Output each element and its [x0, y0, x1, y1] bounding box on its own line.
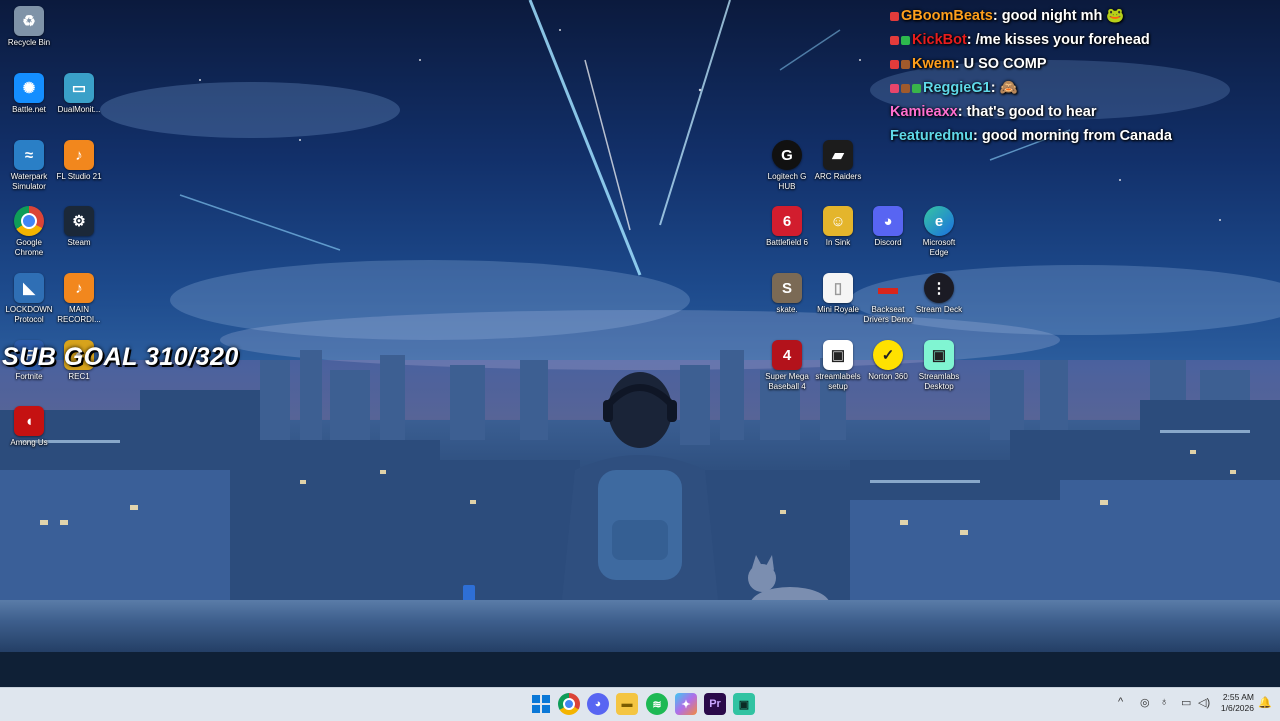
copilot-taskbar-button[interactable]: ✦	[675, 693, 697, 715]
desktop-icon-super-mega-baseball-4[interactable]: 4 Super Mega Baseball 4	[761, 340, 813, 392]
spotify-taskbar-button[interactable]: ≋	[646, 693, 668, 715]
premiere-taskbar-button[interactable]: Pr	[704, 693, 726, 715]
battlefield-icon: 6	[772, 206, 802, 236]
stream-chat-overlay: GBoomBeats: good night mh 🐸 KickBot: /me…	[890, 4, 1275, 148]
chat-message: Kwem: U SO COMP	[890, 52, 1275, 76]
desktop-icon-lockdown-protocol[interactable]: ◣ LOCKDOWN Protocol	[3, 273, 55, 325]
sub-badge-icon	[901, 83, 910, 93]
copilot-icon: ✦	[681, 698, 691, 711]
desktop-icon-waterpark-simulator[interactable]: ≈ Waterpark Simulator	[3, 140, 55, 192]
taskbar: ◕ ▬ ≋ ✦ Pr ▣ ^ ◎ ♁ ▭ ◁) 2:55 AM 1/6/2026…	[0, 687, 1280, 721]
sub-badge-icon	[901, 59, 910, 69]
desktop-icon-among-us[interactable]: ◖ Among Us	[3, 406, 55, 448]
streamdeck-icon: ⋮	[924, 273, 954, 303]
rooftop-shadow	[0, 652, 1280, 687]
desktop-icon-dualmonitor[interactable]: ▭ DualMonit...	[53, 73, 105, 115]
skate-icon: S	[772, 273, 802, 303]
desktop-icon-recycle-bin[interactable]: ♻ Recycle Bin	[3, 6, 55, 48]
chat-message: Featuredmu: good morning from Canada	[890, 128, 1172, 144]
desktop-icon-streamlabs-desktop[interactable]: ▣ Streamlabs Desktop	[913, 340, 965, 392]
norton-icon: ✓	[873, 340, 903, 370]
volume-tray-icon[interactable]: ◁)	[1198, 696, 1210, 709]
sub-goal-overlay: SUB GOAL 310/320	[2, 343, 239, 371]
pencil-badge-icon	[890, 35, 899, 45]
dualmonitor-icon: ▭	[64, 73, 94, 103]
gift-badge-icon	[912, 83, 921, 93]
desktop-icon-google-chrome[interactable]: Google Chrome	[3, 206, 55, 258]
streamlabs-icon: ▣	[738, 698, 750, 711]
desktop-icon-battlenet[interactable]: ✺ Battle.net	[3, 73, 55, 115]
desktop-icon-arc-raiders[interactable]: ▰ ARC Raiders	[812, 140, 864, 182]
recycle-bin-icon: ♻	[14, 6, 44, 36]
pencil-badge-icon	[890, 11, 899, 21]
chrome-icon	[563, 698, 575, 710]
file-icon: ▯	[823, 273, 853, 303]
flstudio-icon: ♪	[64, 273, 94, 303]
logitech-icon: G	[772, 140, 802, 170]
desktop-icon-microsoft-edge[interactable]: e Microsoft Edge	[913, 206, 965, 258]
desktop-icon-main-recording[interactable]: ♪ MAIN RECORDI...	[53, 273, 105, 325]
amongus-icon: ◖	[14, 406, 44, 436]
display-tray-icon[interactable]: ▭	[1181, 696, 1191, 709]
pencil-badge-icon	[890, 59, 899, 69]
rooftop-ledge	[0, 600, 1280, 652]
arcraiders-icon: ▰	[823, 140, 853, 170]
chrome-icon	[14, 206, 44, 236]
streamlabs-icon: ▣	[823, 340, 853, 370]
desktop-icon-steam[interactable]: ⚙ Steam	[53, 206, 105, 248]
desktop-icon-discord[interactable]: ◕ Discord	[862, 206, 914, 248]
girl-figure	[560, 372, 720, 620]
start-button[interactable]	[530, 693, 552, 715]
microphone-tray-icon[interactable]: ♁	[1160, 696, 1168, 708]
desktop-icon-backseat-drivers-demo[interactable]: ▬ Backseat Drivers Demo	[862, 273, 914, 325]
premiere-icon: Pr	[709, 698, 721, 710]
discord-icon: ◕	[594, 698, 602, 710]
chat-message: KickBot: /me kisses your forehead	[890, 28, 1275, 52]
waterpark-icon: ≈	[14, 140, 44, 170]
chrome-taskbar-button[interactable]	[558, 693, 580, 715]
desktop-icon-in-sink[interactable]: ☺ In Sink	[812, 206, 864, 248]
car-icon: ▬	[878, 276, 898, 299]
heart-badge-icon	[890, 83, 899, 93]
desktop-icon-battlefield-6[interactable]: 6 Battlefield 6	[761, 206, 813, 248]
file-explorer-taskbar-button[interactable]: ▬	[616, 693, 638, 715]
streamlabs-taskbar-button[interactable]: ▣	[733, 693, 755, 715]
desktop-icon-streamlabels-setup[interactable]: ▣ streamlabels setup	[812, 340, 864, 392]
notification-bell-icon[interactable]: 🔔	[1258, 696, 1272, 709]
desktop-icon-logitech-g-hub[interactable]: G Logitech G HUB	[761, 140, 813, 192]
desktop-icon-skate[interactable]: S skate.	[761, 273, 813, 315]
folder-icon: ▬	[621, 698, 633, 710]
discord-icon: ◕	[873, 206, 903, 236]
insink-icon: ☺	[823, 206, 853, 236]
desktop-icon-mini-royale[interactable]: ▯ Mini Royale	[812, 273, 864, 315]
network-tray-icon[interactable]: ◎	[1140, 696, 1150, 709]
battlenet-icon: ✺	[14, 73, 44, 103]
spotify-icon: ≋	[652, 698, 662, 711]
show-hidden-icons-chevron-icon[interactable]: ^	[1118, 696, 1123, 708]
chat-message: Kamieaxx: that's good to hear	[890, 104, 1097, 120]
lockdown-icon: ◣	[14, 273, 44, 303]
desktop-icon-norton-360[interactable]: ✓ Norton 360	[862, 340, 914, 382]
desktop-icon-fl-studio[interactable]: ♪ FL Studio 21	[53, 140, 105, 182]
verified-badge-icon	[901, 35, 910, 45]
windows-logo-icon	[532, 695, 550, 713]
clock[interactable]: 2:55 AM 1/6/2026	[1221, 692, 1254, 714]
streamlabs-icon: ▣	[924, 340, 954, 370]
edge-icon: e	[924, 206, 954, 236]
chat-message: ReggieG1: 🙈	[890, 76, 1275, 100]
smb4-icon: 4	[772, 340, 802, 370]
chat-message: GBoomBeats: good night mh 🐸	[890, 4, 1275, 28]
flstudio-icon: ♪	[64, 140, 94, 170]
discord-taskbar-button[interactable]: ◕	[587, 693, 609, 715]
desktop-icon-stream-deck[interactable]: ⋮ Stream Deck	[913, 273, 965, 315]
steam-icon: ⚙	[64, 206, 94, 236]
